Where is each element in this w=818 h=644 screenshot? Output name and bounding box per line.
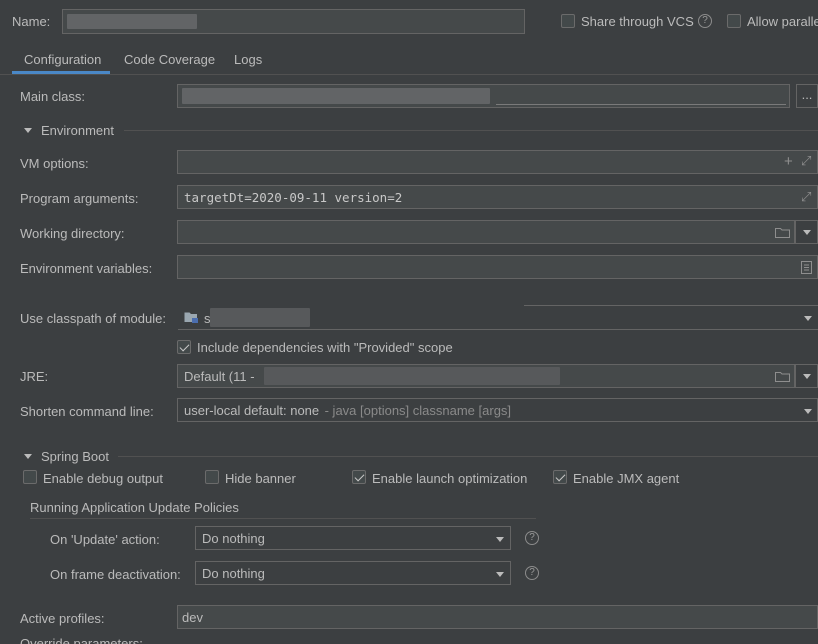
policies-label: Running Application Update Policies bbox=[30, 500, 239, 515]
classpath-label: Use classpath of module: bbox=[20, 311, 166, 326]
main-class-input[interactable] bbox=[177, 84, 790, 108]
hide-banner-label: Hide banner bbox=[225, 471, 296, 486]
share-vcs-label: Share through VCS bbox=[581, 14, 694, 29]
classpath-bottom-border bbox=[178, 329, 818, 330]
active-profiles-label: Active profiles: bbox=[20, 611, 105, 626]
program-args-value: targetDt=2020-09-11 version=2 bbox=[184, 190, 403, 205]
tab-logs[interactable]: Logs bbox=[228, 50, 268, 74]
tab-configuration-label: Configuration bbox=[24, 52, 102, 67]
shorten-value: user-local default: none bbox=[184, 403, 320, 418]
policies-separator bbox=[30, 518, 536, 519]
chevron-down-icon bbox=[496, 537, 504, 542]
tabs-divider bbox=[0, 74, 818, 75]
working-dir-input[interactable] bbox=[177, 220, 795, 244]
jmx-agent-checkbox[interactable] bbox=[553, 470, 567, 484]
program-args-input[interactable]: targetDt=2020-09-11 version=2 ⤢ bbox=[177, 185, 818, 209]
active-profiles-value: dev bbox=[182, 610, 203, 625]
working-dir-dropdown[interactable] bbox=[795, 220, 818, 244]
on-update-value: Do nothing bbox=[202, 531, 265, 546]
launch-optimization-label: Enable launch optimization bbox=[372, 471, 528, 486]
main-class-label: Main class: bbox=[20, 89, 86, 104]
tab-code-coverage[interactable]: Code Coverage bbox=[118, 50, 216, 74]
help-icon[interactable]: ? bbox=[525, 531, 539, 545]
on-frame-value: Do nothing bbox=[202, 566, 265, 581]
chevron-down-icon bbox=[496, 572, 504, 577]
env-vars-input[interactable] bbox=[177, 255, 818, 279]
jre-redacted bbox=[264, 367, 560, 385]
jre-input[interactable]: Default (11 - bbox=[177, 364, 795, 388]
browse-button[interactable]: ... bbox=[796, 84, 818, 108]
jre-dropdown[interactable] bbox=[795, 364, 818, 388]
help-icon[interactable]: ? bbox=[698, 14, 712, 28]
name-input[interactable] bbox=[62, 9, 525, 34]
tab-code-coverage-label: Code Coverage bbox=[124, 52, 216, 67]
environment-separator bbox=[124, 130, 818, 131]
document-icon[interactable] bbox=[801, 261, 812, 274]
on-update-combo[interactable]: Do nothing bbox=[195, 526, 511, 550]
main-class-underline bbox=[496, 104, 786, 105]
jre-value: Default (11 - bbox=[184, 369, 255, 384]
shorten-combo[interactable]: user-local default: none - java [options… bbox=[177, 398, 818, 422]
include-provided-label: Include dependencies with "Provided" sco… bbox=[197, 340, 453, 355]
classpath-redacted bbox=[210, 308, 310, 327]
chevron-down-icon bbox=[803, 374, 811, 379]
environment-collapse-icon[interactable] bbox=[24, 128, 32, 133]
vm-options-label: VM options: bbox=[20, 156, 89, 171]
on-update-label: On 'Update' action: bbox=[50, 532, 160, 547]
env-vars-label: Environment variables: bbox=[20, 261, 153, 276]
add-icon[interactable]: + bbox=[784, 153, 793, 170]
environment-section-label[interactable]: Environment bbox=[41, 123, 114, 138]
folder-icon[interactable] bbox=[775, 227, 790, 238]
hide-banner-checkbox[interactable] bbox=[205, 470, 219, 484]
shorten-label: Shorten command line: bbox=[20, 404, 154, 419]
on-frame-label: On frame deactivation: bbox=[50, 567, 181, 582]
override-params-label: Override parameters: bbox=[20, 636, 143, 644]
include-provided-checkbox[interactable] bbox=[177, 340, 191, 354]
expand-icon[interactable]: ⤢ bbox=[801, 153, 811, 169]
vm-options-input[interactable]: + ⤢ bbox=[177, 150, 818, 174]
active-profiles-input[interactable]: dev bbox=[177, 605, 818, 629]
name-label: Name: bbox=[12, 14, 51, 29]
working-dir-label: Working directory: bbox=[20, 226, 125, 241]
spring-boot-separator bbox=[118, 456, 818, 457]
name-redacted bbox=[67, 14, 197, 29]
debug-output-label: Enable debug output bbox=[43, 471, 163, 486]
help-icon[interactable]: ? bbox=[525, 566, 539, 580]
share-vcs-checkbox[interactable] bbox=[561, 14, 575, 28]
folder-icon[interactable] bbox=[775, 371, 790, 382]
chevron-down-icon bbox=[804, 409, 812, 414]
shorten-hint: - java [options] classname [args] bbox=[321, 403, 512, 418]
allow-parallel-checkbox[interactable] bbox=[727, 14, 741, 28]
program-args-label: Program arguments: bbox=[20, 191, 139, 206]
spring-boot-section-label[interactable]: Spring Boot bbox=[41, 449, 109, 464]
main-class-redacted bbox=[182, 88, 490, 104]
on-frame-combo[interactable]: Do nothing bbox=[195, 561, 511, 585]
tab-logs-label: Logs bbox=[234, 52, 263, 67]
allow-parallel-label: Allow paralle bbox=[747, 14, 818, 29]
expand-icon[interactable]: ⤢ bbox=[801, 189, 811, 205]
classpath-combo[interactable]: s bbox=[177, 305, 818, 330]
jmx-agent-label: Enable JMX agent bbox=[573, 471, 680, 486]
launch-optimization-checkbox[interactable] bbox=[352, 470, 366, 484]
debug-output-checkbox[interactable] bbox=[23, 470, 37, 484]
classpath-top-border bbox=[524, 305, 818, 306]
jre-label: JRE: bbox=[20, 369, 49, 384]
spring-boot-collapse-icon[interactable] bbox=[24, 454, 32, 459]
chevron-down-icon bbox=[803, 230, 811, 235]
chevron-down-icon bbox=[804, 316, 812, 321]
module-icon bbox=[184, 312, 198, 323]
